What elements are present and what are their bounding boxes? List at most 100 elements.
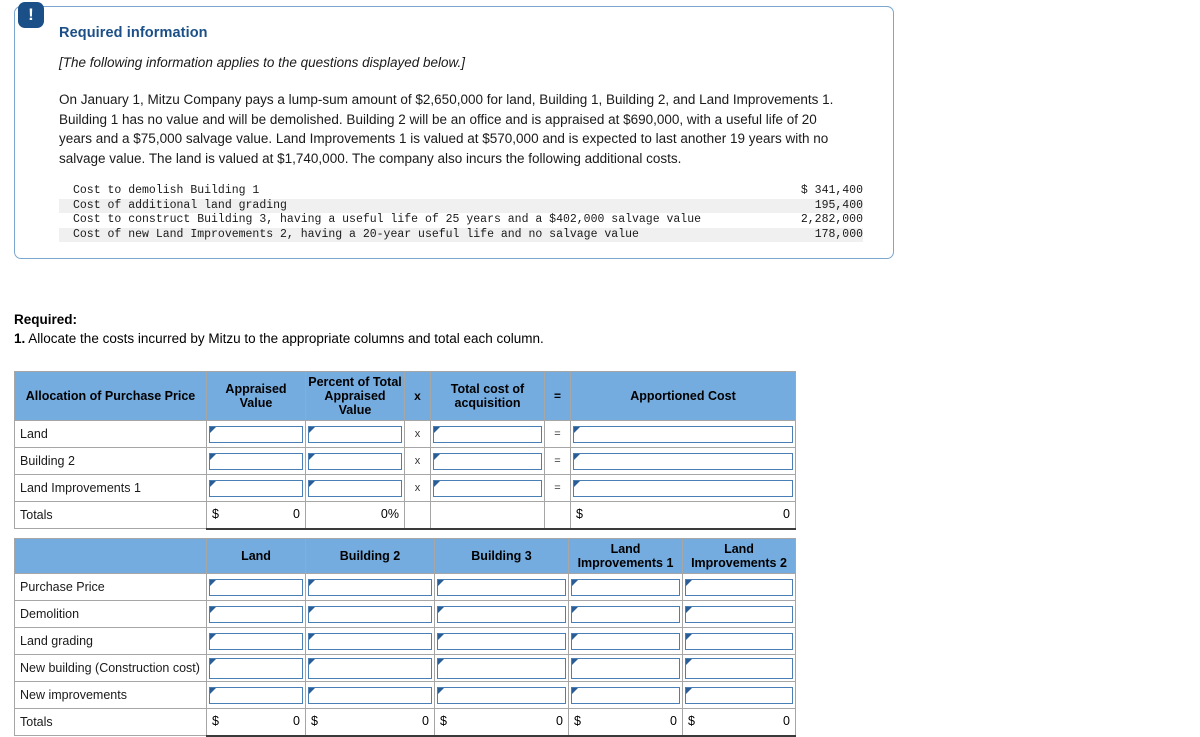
input-new-building-building2[interactable] xyxy=(308,657,432,679)
input-building2-apportioned-cost[interactable] xyxy=(573,452,793,470)
input-building2-total-cost[interactable] xyxy=(433,452,542,470)
input-new-building-building3[interactable] xyxy=(437,657,566,679)
cell-new-building-landimp2[interactable] xyxy=(682,654,796,682)
cell-new-building-landimp1[interactable] xyxy=(568,654,683,682)
input-land-grading-landimp1[interactable] xyxy=(571,632,680,650)
allocation-table-head: Allocation of Purchase Price Appraised V… xyxy=(14,371,796,421)
cell-purchase-price-landimp2[interactable] xyxy=(682,573,796,601)
cell-building2-percent-total[interactable] xyxy=(305,447,405,475)
input-landimp1-percent-total[interactable] xyxy=(308,479,402,497)
total-land-improvements-1: $ 0 xyxy=(568,708,683,737)
input-new-improvements-land[interactable] xyxy=(209,686,303,704)
cell-new-building-building2[interactable] xyxy=(305,654,435,682)
cell-purchase-price-building3[interactable] xyxy=(434,573,569,601)
required-section: Required: 1. Allocate the costs incurred… xyxy=(14,310,544,348)
cell-building2-appraised-value[interactable] xyxy=(206,447,306,475)
cell-land-grading-building2[interactable] xyxy=(305,627,435,655)
header-land-improvements-1: Land Improvements 1 xyxy=(568,538,683,574)
cell-purchase-price-building2[interactable] xyxy=(305,573,435,601)
total-landimp1-box: $ 0 xyxy=(569,712,682,731)
cell-new-improvements-building2[interactable] xyxy=(305,681,435,709)
cell-landimp1-percent-total[interactable] xyxy=(305,474,405,502)
input-land-grading-land[interactable] xyxy=(209,632,303,650)
cell-land-grading-land[interactable] xyxy=(206,627,306,655)
input-purchase-price-landimp1[interactable] xyxy=(571,578,680,596)
header-costs-row-label xyxy=(14,538,207,574)
input-purchase-price-landimp2[interactable] xyxy=(685,578,793,596)
input-demolition-landimp2[interactable] xyxy=(685,605,793,623)
costs-table-body: Purchase Price Demolition Land grading N… xyxy=(14,573,796,737)
cell-new-improvements-landimp2[interactable] xyxy=(682,681,796,709)
input-building2-percent-total[interactable] xyxy=(308,452,402,470)
input-land-percent-total[interactable] xyxy=(308,425,402,443)
input-purchase-price-building2[interactable] xyxy=(308,578,432,596)
input-new-improvements-landimp2[interactable] xyxy=(685,686,793,704)
cell-new-improvements-landimp1[interactable] xyxy=(568,681,683,709)
total-appraised-value-text: 0 xyxy=(293,507,300,522)
table-row: Land Improvements 1 x = xyxy=(14,474,796,502)
cell-land-appraised-value[interactable] xyxy=(206,420,306,448)
input-purchase-price-land[interactable] xyxy=(209,578,303,596)
total-building-3: $ 0 xyxy=(434,708,569,737)
input-new-improvements-landimp1[interactable] xyxy=(571,686,680,704)
input-building2-appraised-value[interactable] xyxy=(209,452,303,470)
input-landimp1-appraised-value[interactable] xyxy=(209,479,303,497)
cell-demolition-landimp1[interactable] xyxy=(568,600,683,628)
cell-land-grading-landimp2[interactable] xyxy=(682,627,796,655)
header-multiply-operator: x xyxy=(404,371,431,421)
input-land-grading-building3[interactable] xyxy=(437,632,566,650)
operator-multiply: x xyxy=(404,447,431,475)
header-building-2: Building 2 xyxy=(305,538,435,574)
table-row: Land x = xyxy=(14,420,796,448)
row-label-totals: Totals xyxy=(14,501,207,529)
input-demolition-building3[interactable] xyxy=(437,605,566,623)
input-land-grading-building2[interactable] xyxy=(308,632,432,650)
cell-landimp1-appraised-value[interactable] xyxy=(206,474,306,502)
input-land-grading-landimp2[interactable] xyxy=(685,632,793,650)
cell-new-building-building3[interactable] xyxy=(434,654,569,682)
input-demolition-building2[interactable] xyxy=(308,605,432,623)
allocation-table-body: Land x = Building 2 x = Land Improvement… xyxy=(14,420,796,530)
input-new-improvements-building3[interactable] xyxy=(437,686,566,704)
cell-building2-total-cost[interactable] xyxy=(430,447,545,475)
totals-multiply-spacer xyxy=(404,501,431,530)
table-row: Demolition xyxy=(14,600,796,628)
cell-landimp1-apportioned-cost[interactable] xyxy=(570,474,796,502)
cell-building2-apportioned-cost[interactable] xyxy=(570,447,796,475)
cell-new-building-land[interactable] xyxy=(206,654,306,682)
input-demolition-landimp1[interactable] xyxy=(571,605,680,623)
cell-land-grading-building3[interactable] xyxy=(434,627,569,655)
header-land-improvements-2: Land Improvements 2 xyxy=(682,538,796,574)
input-new-building-landimp2[interactable] xyxy=(685,657,793,679)
cell-purchase-price-land[interactable] xyxy=(206,573,306,601)
input-landimp1-apportioned-cost[interactable] xyxy=(573,479,793,497)
cell-new-improvements-land[interactable] xyxy=(206,681,306,709)
total-apportioned-cost-box: $ 0 xyxy=(571,505,795,524)
cell-land-grading-landimp1[interactable] xyxy=(568,627,683,655)
cell-landimp1-total-cost[interactable] xyxy=(430,474,545,502)
additional-costs-body: Cost to demolish Building 1 $ 341,400 Co… xyxy=(59,184,863,242)
total-land-box: $ 0 xyxy=(207,712,305,731)
input-demolition-land[interactable] xyxy=(209,605,303,623)
cell-purchase-price-landimp1[interactable] xyxy=(568,573,683,601)
cell-new-improvements-building3[interactable] xyxy=(434,681,569,709)
cell-demolition-landimp2[interactable] xyxy=(682,600,796,628)
input-purchase-price-building3[interactable] xyxy=(437,578,566,596)
input-land-total-cost[interactable] xyxy=(433,425,542,443)
row-label-land: Land xyxy=(14,420,207,448)
total-landimp2-box: $ 0 xyxy=(683,712,795,731)
cell-land-total-cost[interactable] xyxy=(430,420,545,448)
cell-demolition-building3[interactable] xyxy=(434,600,569,628)
cell-land-apportioned-cost[interactable] xyxy=(570,420,796,448)
input-land-apportioned-cost[interactable] xyxy=(573,425,793,443)
input-new-building-landimp1[interactable] xyxy=(571,657,680,679)
input-land-appraised-value[interactable] xyxy=(209,425,303,443)
input-landimp1-total-cost[interactable] xyxy=(433,479,542,497)
currency-symbol: $ xyxy=(576,507,583,522)
cell-demolition-land[interactable] xyxy=(206,600,306,628)
input-new-improvements-building2[interactable] xyxy=(308,686,432,704)
cell-land-percent-total[interactable] xyxy=(305,420,405,448)
currency-symbol: $ xyxy=(440,714,447,729)
input-new-building-land[interactable] xyxy=(209,657,303,679)
cell-demolition-building2[interactable] xyxy=(305,600,435,628)
